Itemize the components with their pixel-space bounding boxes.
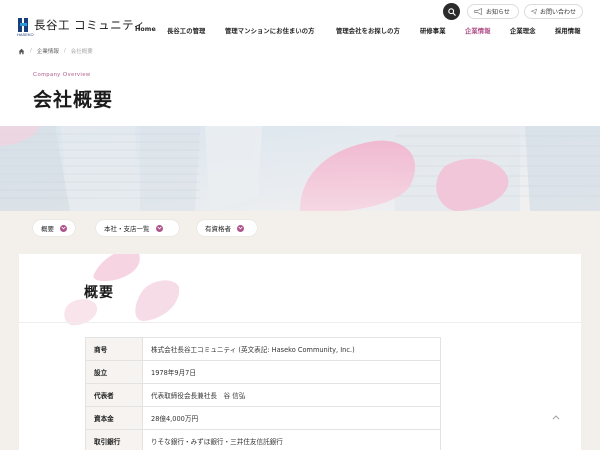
nav-item-recruit[interactable]: 採用情報 xyxy=(555,26,581,35)
paper-plane-icon xyxy=(531,8,537,15)
anchor-overview-label: 概要 xyxy=(41,225,54,233)
row-value: 代表取締役会長兼社長 谷 信弘 xyxy=(142,383,441,407)
company-info-table: 商号 株式会社長谷工コミュニティ (英文表記: Haseko Community… xyxy=(85,337,441,450)
global-nav: Home 長谷工の管理 管理マンションにお住まいの方 管理会社をお探しの方 研修… xyxy=(0,26,600,38)
breadcrumb-corporate[interactable]: 企業情報 xyxy=(37,47,59,55)
row-key: 代表者 xyxy=(85,383,143,407)
nav-item-training[interactable]: 研修事業 xyxy=(420,26,446,35)
petal-decoration xyxy=(64,254,180,326)
hero-illustration xyxy=(0,126,600,211)
table-row: 資本金 28億4,000万円 xyxy=(85,406,441,430)
breadcrumb-separator: / xyxy=(30,48,32,54)
page-title-area: Company Overview 会社概要 xyxy=(0,60,600,126)
breadcrumb: / 企業情報 / 会社概要 xyxy=(18,46,93,56)
home-icon[interactable] xyxy=(18,48,25,55)
overview-card: 概要 商号 株式会社長谷工コミュニティ (英文表記: Haseko Commun… xyxy=(19,254,581,450)
row-key: 商号 xyxy=(85,337,143,361)
anchor-offices[interactable]: 本社・支店一覧 xyxy=(96,220,179,236)
anchor-qualified[interactable]: 有資格者 xyxy=(197,220,257,236)
table-row: 代表者 代表取締役会長兼社長 谷 信弘 xyxy=(85,383,441,407)
nav-item-find-company[interactable]: 管理会社をお探しの方 xyxy=(336,26,400,35)
breadcrumb-separator: / xyxy=(63,48,66,54)
contact-label: お問い合わせ xyxy=(539,9,576,16)
table-row: 取引銀行 りそな銀行・みずほ銀行・三井住友信託銀行 xyxy=(85,429,441,450)
page-eyebrow: Company Overview xyxy=(33,72,91,78)
divider xyxy=(19,322,581,323)
news-button[interactable]: お知らせ xyxy=(467,4,519,19)
news-label: お知らせ xyxy=(486,9,510,16)
anchor-qualified-label: 有資格者 xyxy=(205,225,231,233)
nav-item-philosophy[interactable]: 企業理念 xyxy=(510,26,536,35)
row-value: 28億4,000万円 xyxy=(142,406,441,430)
anchor-overview[interactable]: 概要 xyxy=(33,220,75,236)
chevron-up-icon xyxy=(552,414,560,420)
chevron-down-icon xyxy=(155,224,163,232)
table-row: 設立 1978年9月7日 xyxy=(85,360,441,384)
row-value: りそな銀行・みずほ銀行・三井住友信託銀行 xyxy=(142,429,441,450)
nav-item-residents[interactable]: 管理マンションにお住まいの方 xyxy=(225,26,315,35)
contact-button[interactable]: お問い合わせ xyxy=(524,4,583,19)
row-value: 1978年9月7日 xyxy=(142,360,441,384)
page-title: 会社概要 xyxy=(33,89,114,111)
hero-image xyxy=(0,126,600,211)
row-key: 取引銀行 xyxy=(85,429,143,450)
breadcrumb-current: 会社概要 xyxy=(70,49,93,55)
row-value: 株式会社長谷工コミュニティ (英文表記: Haseko Community, I… xyxy=(142,337,441,361)
search-button[interactable] xyxy=(443,3,460,20)
nav-item-home[interactable]: Home xyxy=(135,26,156,33)
search-icon xyxy=(447,7,456,16)
table-row: 商号 株式会社長谷工コミュニティ (英文表記: Haseko Community… xyxy=(85,337,441,361)
chevron-down-icon xyxy=(60,224,67,232)
row-key: 資本金 xyxy=(85,406,143,430)
section-title-overview: 概要 xyxy=(84,285,114,301)
nav-item-corporate[interactable]: 企業情報 xyxy=(465,26,491,35)
back-to-top-button[interactable] xyxy=(550,412,562,422)
anchor-nav: 概要 本社・支店一覧 有資格者 xyxy=(0,220,600,236)
chevron-down-icon xyxy=(237,224,244,232)
megaphone-icon xyxy=(474,8,482,15)
anchor-offices-label: 本社・支店一覧 xyxy=(104,225,150,233)
nav-item-management[interactable]: 長谷工の管理 xyxy=(167,26,205,35)
row-key: 設立 xyxy=(85,360,143,384)
